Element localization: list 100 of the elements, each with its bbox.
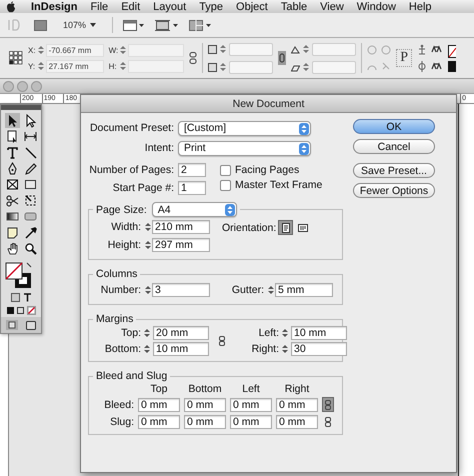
checkbox[interactable] [220,164,231,176]
bleed-slug-field[interactable]: 0 mm [184,414,226,428]
field-label: Top: [120,327,141,339]
reference-point-icon[interactable] [9,51,23,65]
bleed-slug-field[interactable]: 0 mm [184,398,226,412]
fill-swatch-icon[interactable] [448,60,456,72]
column-header: Bottom [187,383,223,395]
page-tool-icon[interactable] [4,129,20,144]
type-tool-icon[interactable] [4,145,20,160]
select-next-icon[interactable] [431,44,442,53]
spinner-icon[interactable] [303,62,310,72]
select-container-icon[interactable] [417,44,427,55]
normal-view-icon[interactable] [6,320,18,330]
scissors-icon[interactable] [4,193,20,208]
bleed-slug-field[interactable]: 0 mm [276,414,318,428]
transform-icon[interactable] [22,193,38,208]
zoom-icon[interactable] [22,241,38,256]
rectangle-icon[interactable] [22,177,38,192]
preview-icon[interactable] [26,320,36,330]
view-options-icon[interactable] [123,20,146,30]
apply-none-icon[interactable] [26,306,36,315]
zoom-level-menu[interactable]: 107% [63,20,96,30]
pencil-icon[interactable] [22,161,38,176]
bleed-slug-field[interactable]: 0 mm [138,398,180,412]
portrait-button[interactable] [278,220,294,235]
menu-item[interactable]: Object [236,0,268,12]
width-field[interactable]: 210 mm [152,220,210,234]
spinner-icon[interactable] [303,44,310,54]
constrain-icon[interactable] [278,51,286,65]
scale-x-field[interactable] [229,42,274,56]
gutter-field[interactable]: 5 mm [275,283,333,297]
note-icon[interactable] [4,225,20,240]
frame-icon[interactable] [4,177,20,192]
rotation-field[interactable] [312,42,356,56]
spinner-icon[interactable] [220,62,226,72]
column-header: Top [150,383,168,395]
apply-color-icon[interactable] [6,307,14,314]
field-label: Intent: [144,142,174,154]
number-of-pages-field[interactable]: 2 [178,163,206,177]
chain-link-button[interactable] [322,414,334,429]
formatting-container-icon[interactable] [10,293,20,302]
field-label: Gutter: [230,284,264,296]
chain-link-button[interactable] [216,334,228,348]
spinner-icon[interactable] [282,328,288,338]
page-size-dropdown[interactable]: A4 [152,202,237,217]
document-preset-dropdown[interactable]: [Custom] [178,120,311,136]
menu-item[interactable]: Edit [121,0,140,12]
line-tool-icon[interactable] [22,145,38,160]
spinner-icon[interactable] [144,344,150,354]
field-label: Number: [100,284,141,296]
x-position-field[interactable]: -70.667 mm [46,44,104,56]
gap-tool-icon[interactable] [22,129,38,144]
margin-field[interactable]: 10 mm [153,342,209,356]
dialog-button[interactable]: Fewer Options [353,183,435,198]
bleed-slug-field[interactable]: 0 mm [230,414,272,428]
menu-item[interactable]: File [90,0,108,12]
bleed-slug-field[interactable]: 0 mm [276,398,318,412]
height-field[interactable]: 297 mm [152,238,210,252]
group-title: Margins [96,313,134,325]
checkbox[interactable] [220,180,231,190]
chain-icon[interactable] [189,52,198,64]
dialog-button[interactable]: Cancel [353,139,435,154]
field-label: Number of Pages: [88,164,174,176]
stroke-swatch-icon[interactable] [448,44,456,58]
scale-x-icon [208,44,218,54]
hand-icon[interactable] [4,241,20,256]
menu-item[interactable]: View [320,0,344,12]
apple-icon[interactable] [6,0,16,12]
bleed-slug-field[interactable]: 0 mm [138,414,180,428]
columns-number-field[interactable]: 3 [152,283,210,297]
chain-link-button[interactable] [322,397,334,412]
bridge-icon[interactable] [34,20,47,30]
margin-field[interactable]: 20 mm [153,326,209,340]
spinner-icon[interactable] [144,328,150,338]
menu-item[interactable]: Type [199,0,224,12]
intent-dropdown[interactable]: Print [178,140,311,156]
dialog-button[interactable]: OK [353,119,435,134]
field-label: Slug: [109,416,134,428]
dialog-button[interactable]: Save Preset... [353,163,435,178]
select-previous-icon[interactable] [431,61,442,70]
margin-field[interactable]: 10 mm [291,326,347,340]
menu-item[interactable]: Table [280,0,308,12]
spinner-icon[interactable] [282,344,288,354]
scale-y-field[interactable] [229,60,274,74]
menu-item[interactable]: Help [408,0,432,12]
menu-item[interactable]: InDesign [31,0,78,12]
margin-field[interactable]: 30 [291,342,347,356]
spinner-icon[interactable] [220,44,226,54]
field-label: Bleed: [103,398,134,410]
start-page-field[interactable]: 1 [178,181,206,195]
select-content-icon[interactable] [417,61,427,72]
formatting-text-icon[interactable] [22,293,32,302]
menu-item[interactable]: Window [356,0,396,12]
menu-item[interactable]: Layout [153,0,186,12]
screen-mode-icon[interactable] [155,20,180,30]
y-position-field[interactable]: 27.167 mm [46,60,104,72]
shear-field[interactable] [312,60,356,74]
arrange-documents-icon[interactable] [189,20,214,30]
apply-gradient-icon[interactable] [16,307,24,314]
bleed-slug-field[interactable]: 0 mm [230,398,272,412]
